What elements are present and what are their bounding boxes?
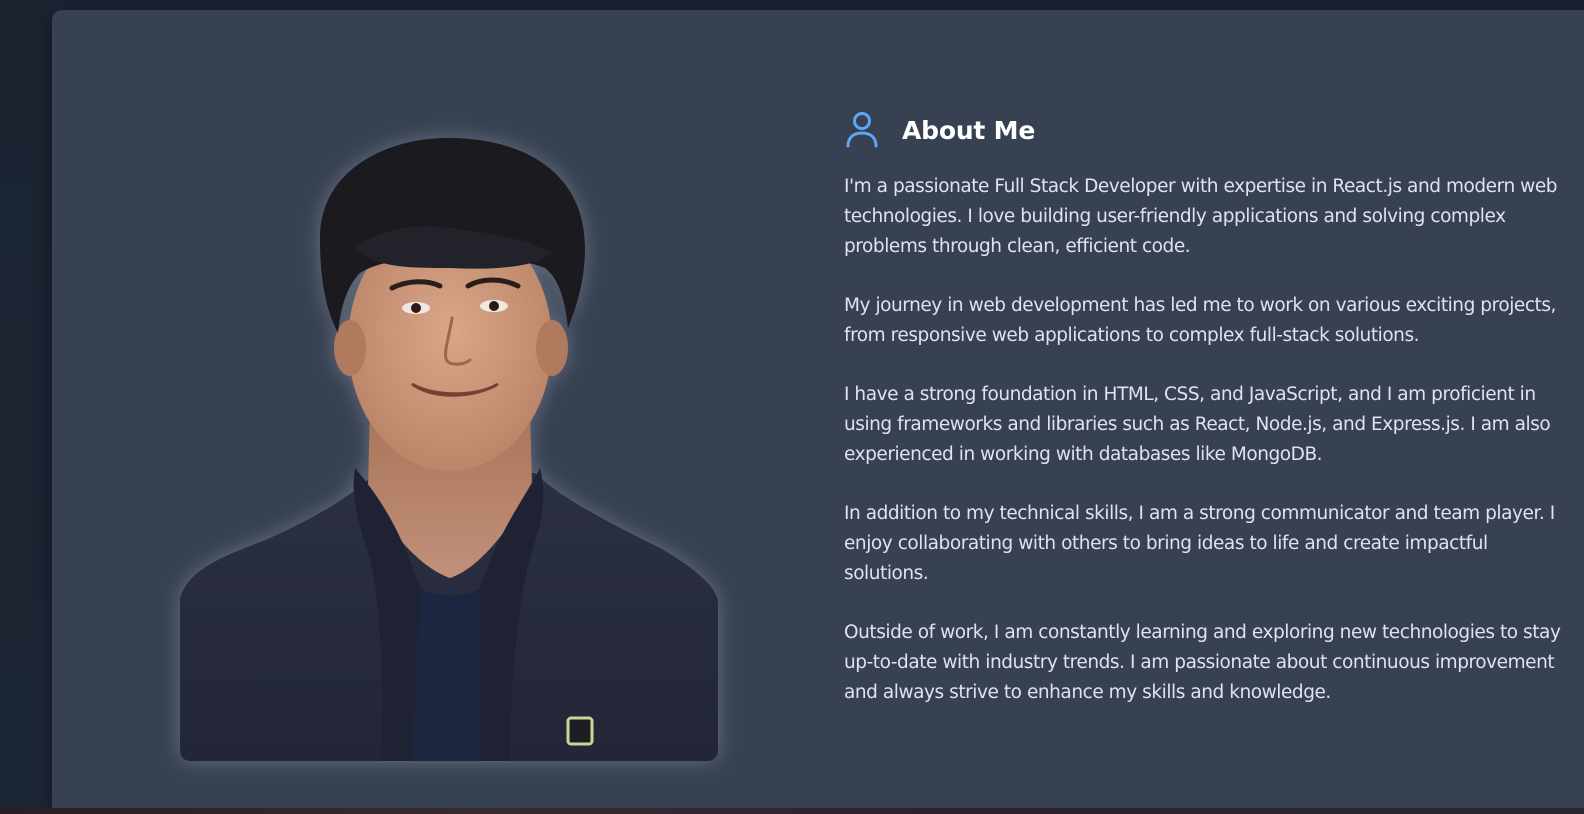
about-paragraph-4: In addition to my technical skills, I am… xyxy=(844,503,1555,584)
about-paragraph-3: I have a strong foundation in HTML, CSS,… xyxy=(844,384,1551,465)
profile-photo xyxy=(180,128,718,761)
user-icon xyxy=(844,110,880,150)
portrait-illustration xyxy=(180,137,718,761)
about-heading-row: About Me xyxy=(844,108,1564,152)
about-section-card: About Me I'm a passionate Full Stack Dev… xyxy=(52,10,1584,810)
about-me-section: About Me I'm a passionate Full Stack Dev… xyxy=(844,108,1564,737)
about-paragraph-2: My journey in web development has led me… xyxy=(844,294,1556,346)
bottom-divider xyxy=(0,808,1584,814)
about-paragraph-1: I'm a passionate Full Stack Developer wi… xyxy=(844,176,1558,257)
about-heading: About Me xyxy=(902,115,1036,145)
about-paragraph-5: Outside of work, I am constantly learnin… xyxy=(844,622,1561,703)
page: About Me I'm a passionate Full Stack Dev… xyxy=(0,0,1584,814)
